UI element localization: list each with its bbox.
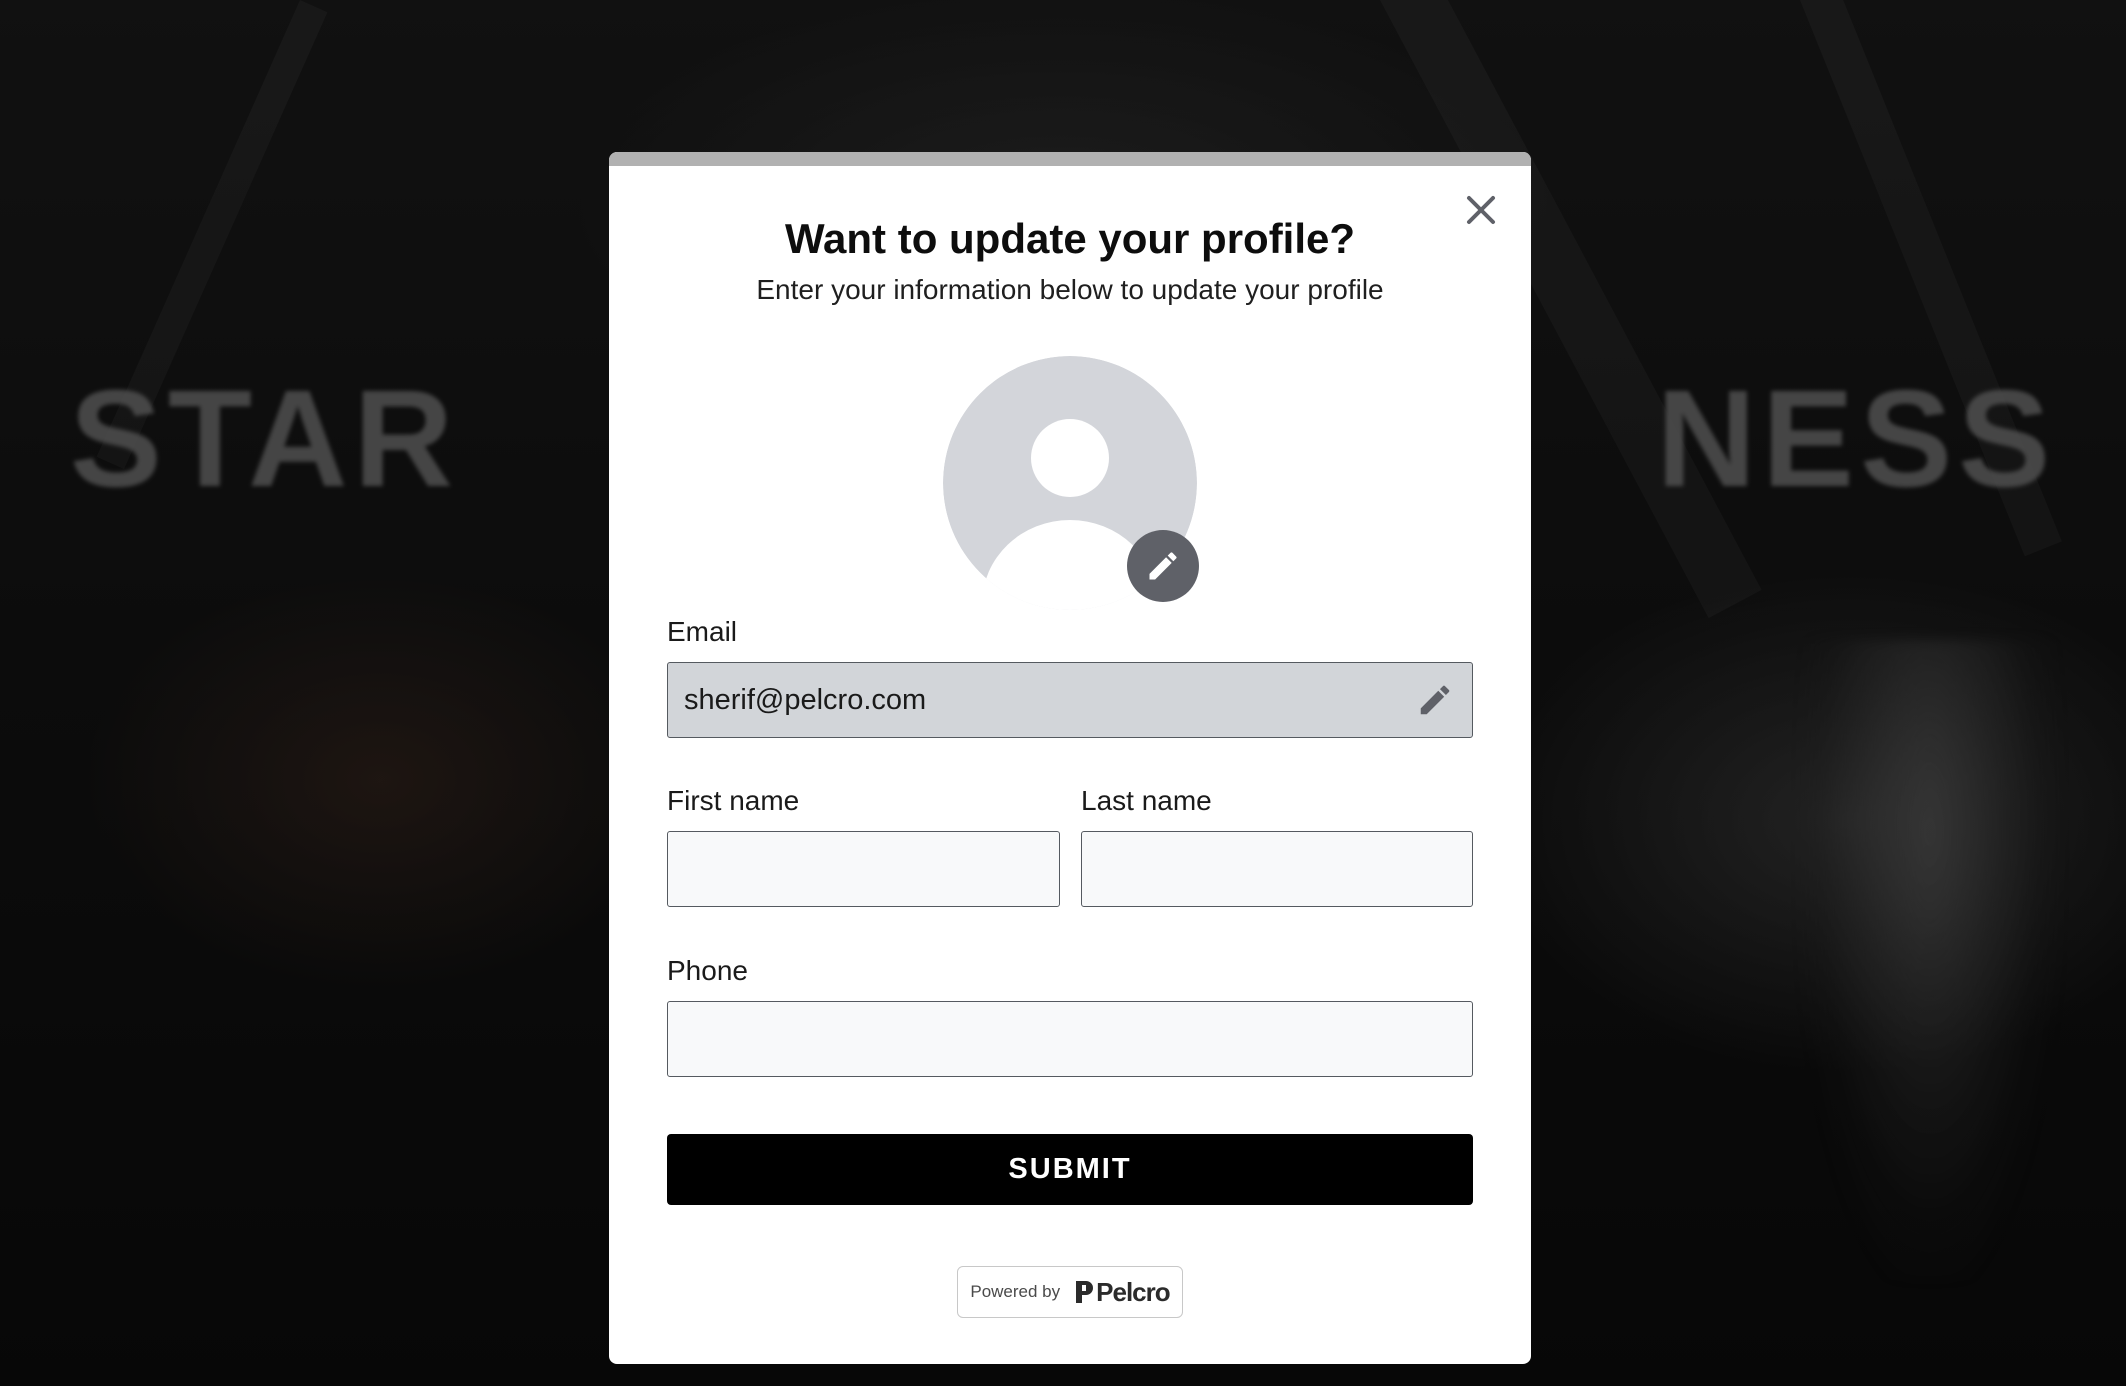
powered-by-text: Powered by bbox=[970, 1282, 1061, 1301]
modal-top-bar bbox=[609, 152, 1531, 166]
pencil-icon[interactable] bbox=[1416, 681, 1454, 719]
last-name-label: Last name bbox=[1081, 785, 1212, 816]
last-name-field[interactable] bbox=[1081, 831, 1473, 907]
submit-button[interactable]: SUBMIT bbox=[667, 1134, 1473, 1205]
modal-title: Want to update your profile? bbox=[784, 215, 1356, 262]
edit-avatar-button[interactable] bbox=[1127, 530, 1199, 602]
powered-by-pelcro-badge[interactable]: Powered by Pelcro bbox=[957, 1266, 1183, 1318]
phone-field[interactable] bbox=[667, 1001, 1473, 1077]
profile-picture bbox=[943, 356, 1199, 612]
modal-subtitle: Enter your information below to update y… bbox=[756, 274, 1384, 305]
phone-label: Phone bbox=[667, 955, 748, 986]
email-label: Email bbox=[667, 616, 738, 647]
first-name-field[interactable] bbox=[667, 831, 1060, 907]
email-value: sherif@pelcro.com bbox=[684, 683, 927, 716]
first-name-label: First name bbox=[667, 785, 800, 816]
pelcro-logo-icon bbox=[1076, 1281, 1094, 1303]
email-field[interactable]: sherif@pelcro.com bbox=[667, 662, 1473, 738]
pelcro-logo: Pelcro bbox=[1072, 1276, 1171, 1308]
pencil-icon bbox=[1149, 552, 1177, 580]
update-profile-modal: Want to update your profile? Enter your … bbox=[609, 152, 1531, 1364]
pelcro-brand-name: Pelcro bbox=[1096, 1276, 1170, 1307]
